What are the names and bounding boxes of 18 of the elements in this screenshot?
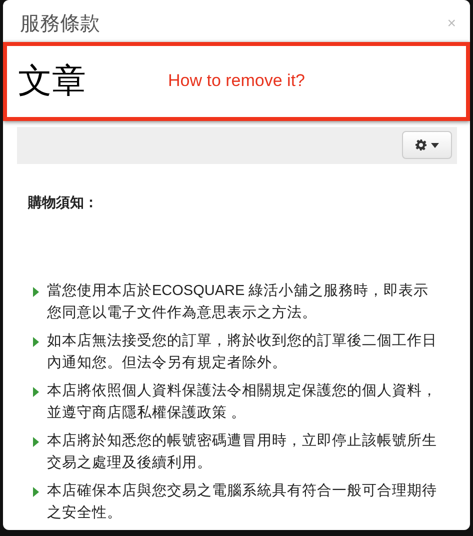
bullet-icon (33, 437, 39, 447)
section-heading: 購物須知： (28, 194, 99, 212)
article-heading: 文章 (18, 61, 87, 102)
annotation-note: How to remove it? (168, 71, 305, 92)
terms-item: 本店將依照個人資料保護法令相關規定保護您的個人資料，並遵守商店隱私權保護政策 。 (47, 382, 438, 423)
terms-item: 如本店無法接受您的訂單，將於收到您的訂單後二個工作日內通知您。但法令另有規定者除外。 (47, 332, 438, 373)
terms-item: 本店將於知悉您的帳號密碼遭冒用時，立即停止該帳號所生交易之處理及後續利用。 (47, 432, 438, 473)
bullet-icon (33, 387, 39, 397)
terms-item: 當您使用本店於ECOSQUARE 綠活小舖之服務時，即表示您同意以電子文件作為意思表示之方法。 (47, 282, 430, 323)
settings-dropdown-button[interactable] (402, 131, 452, 160)
caret-icon (431, 142, 439, 148)
bullet-icon (33, 487, 39, 497)
close-button[interactable]: × (447, 15, 456, 32)
settings-icon (415, 139, 427, 152)
terms-item: 本店確保本店與您交易之電腦系統具有符合一般可合理期待之安全性。 (47, 482, 438, 523)
dialog-title: 服務條款 (20, 12, 100, 38)
bullet-icon (33, 337, 39, 347)
bullet-icon (33, 287, 39, 297)
